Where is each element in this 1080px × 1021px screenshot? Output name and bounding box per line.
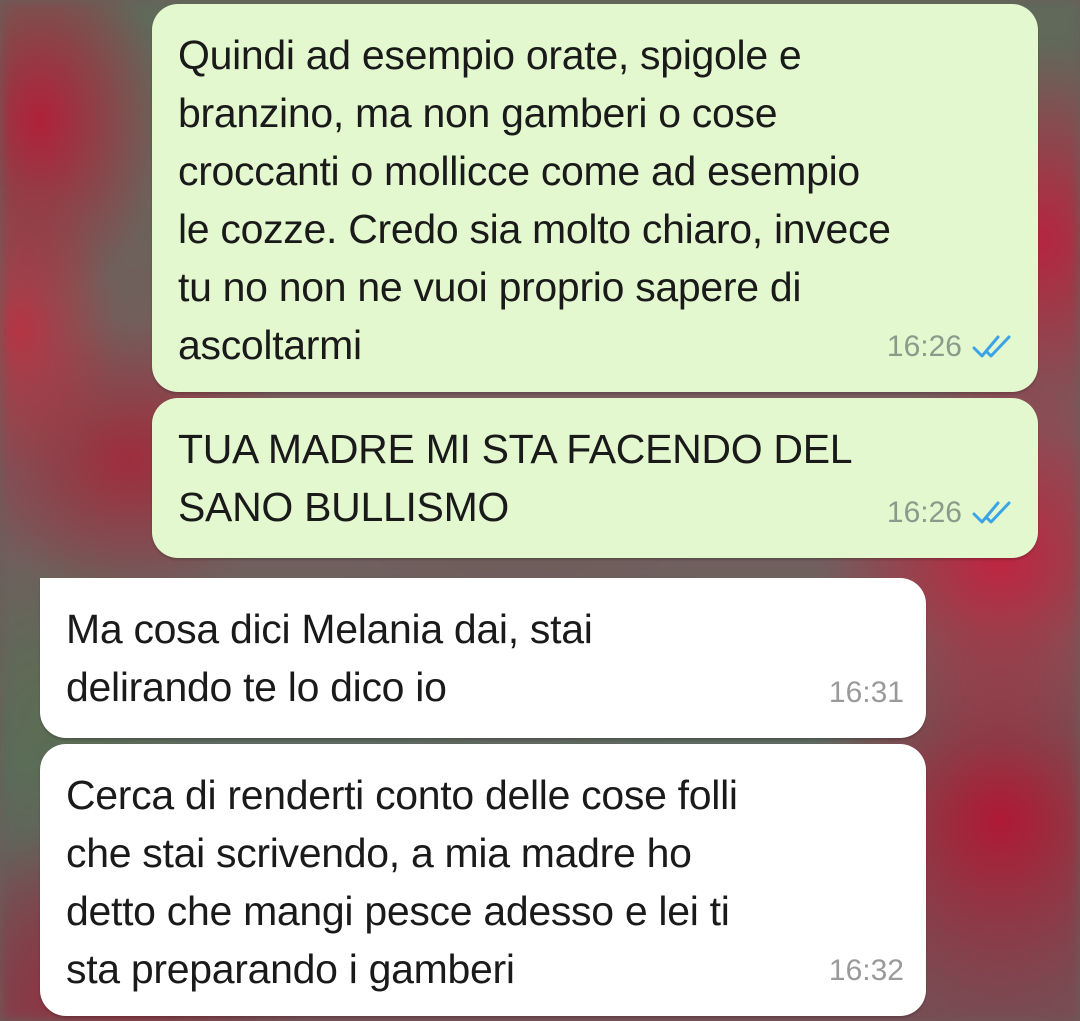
message-meta: 16:26 bbox=[887, 484, 1016, 542]
message-bubble-incoming[interactable]: Ma cosa dici Melania dai, stai delirando… bbox=[40, 578, 926, 738]
bubble-tail bbox=[40, 578, 64, 610]
double-check-read-icon bbox=[972, 334, 1016, 360]
message-time: 16:32 bbox=[828, 954, 904, 987]
message-bubble-outgoing[interactable]: Quindi ad esempio orate, spigole e branz… bbox=[152, 4, 1038, 392]
message-meta: 16:26 bbox=[887, 318, 1016, 376]
message-time: 16:26 bbox=[886, 496, 962, 529]
message-list[interactable]: Quindi ad esempio orate, spigole e branz… bbox=[0, 0, 1080, 1021]
message-bubble-outgoing[interactable]: TUA MADRE MI STA FACENDO DEL SANO BULLIS… bbox=[152, 398, 1038, 558]
double-check-read-icon bbox=[972, 500, 1016, 526]
message-time: 16:26 bbox=[886, 330, 962, 363]
message-meta: 16:31 bbox=[829, 664, 904, 722]
message-text: Cerca di renderti conto delle cose folli… bbox=[66, 772, 738, 992]
message-meta: 16:32 bbox=[829, 942, 904, 1000]
message-bubble-incoming[interactable]: Cerca di renderti conto delle cose folli… bbox=[40, 744, 926, 1016]
message-time: 16:31 bbox=[828, 676, 904, 709]
message-text: Ma cosa dici Melania dai, stai delirando… bbox=[66, 606, 593, 710]
